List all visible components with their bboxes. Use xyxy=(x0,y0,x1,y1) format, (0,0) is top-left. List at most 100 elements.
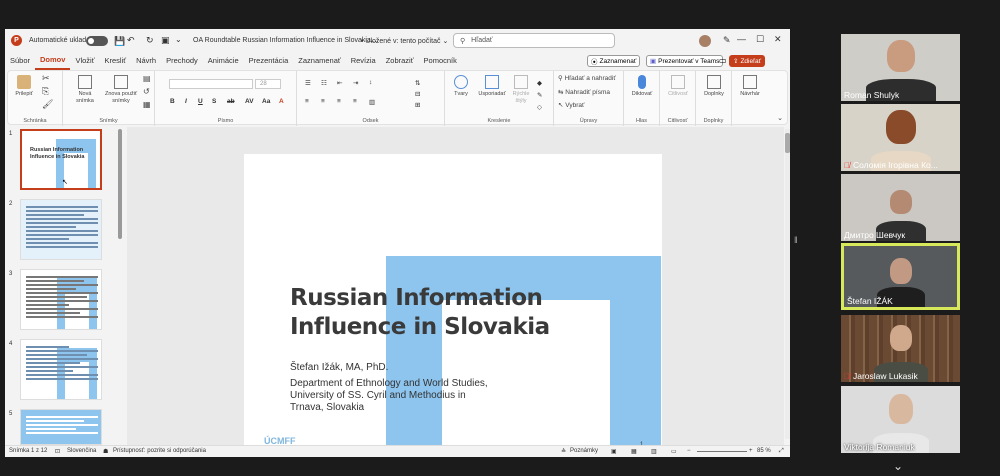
slide-author[interactable]: Štefan Ižák, MA, PhD. xyxy=(290,362,388,373)
current-slide[interactable]: Russian Information Influence in Slovaki… xyxy=(244,154,662,457)
undo-icon[interactable]: ↶ xyxy=(127,35,135,46)
shape-outline-icon[interactable]: ✎ xyxy=(537,91,542,99)
present-in-teams-button[interactable]: ▣ Prezentovať v Teams xyxy=(646,55,724,67)
underline-icon[interactable]: U xyxy=(198,98,203,105)
tab-help[interactable]: Pomocník xyxy=(419,53,462,69)
chevron-down-icon[interactable]: ⌄ xyxy=(893,459,903,473)
thumbnail-slide-5[interactable] xyxy=(20,409,102,445)
case-icon[interactable]: Aa xyxy=(262,98,270,105)
addins-button[interactable]: Doplnky xyxy=(700,75,728,98)
reading-view-icon[interactable]: ▥ xyxy=(651,448,657,455)
shapes-button[interactable]: Tvary xyxy=(449,75,473,98)
outdent-icon[interactable]: ⇥ xyxy=(353,79,358,87)
redo-icon[interactable]: ↻ xyxy=(146,35,154,46)
zoom-level[interactable]: 85 % xyxy=(757,448,771,454)
font-color-icon[interactable]: A xyxy=(279,98,284,105)
maximize-icon[interactable]: ☐ xyxy=(756,34,764,45)
thumbnail-slide-2[interactable] xyxy=(20,199,102,260)
participant-tile[interactable]: Viktorija Romaniuk xyxy=(841,386,960,453)
new-slide-button[interactable]: Nová snímka xyxy=(69,75,101,105)
spellcheck-icon[interactable]: ⊡ xyxy=(55,448,60,455)
participant-tile-active-speaker[interactable]: Štefan IŽÁK xyxy=(841,243,960,310)
bold-icon[interactable]: B xyxy=(170,98,175,105)
fit-to-window-icon[interactable]: ⤢ xyxy=(779,448,784,455)
notes-button[interactable]: Poznámky xyxy=(570,448,598,454)
participant-tile[interactable]: Roman Shulyk xyxy=(841,34,960,101)
text-direction-icon[interactable]: ⇅ xyxy=(415,79,420,87)
cut-icon[interactable]: ✂ xyxy=(42,74,50,83)
zoom-out-icon[interactable]: − xyxy=(687,448,691,454)
spacing-icon[interactable]: AV xyxy=(245,98,254,105)
find-replace-button[interactable]: ⚲ Hľadať a nahradiť xyxy=(558,75,616,82)
select-button[interactable]: ↖ Vybrať xyxy=(558,102,584,109)
designer-button[interactable]: Návrhár xyxy=(734,75,766,98)
numbering-icon[interactable]: ☷ xyxy=(321,79,327,87)
comments-icon[interactable]: ▭ xyxy=(719,56,727,65)
slide-title[interactable]: Russian Information Influence in Slovaki… xyxy=(290,284,630,342)
accessibility-status[interactable]: Prístupnosť: pozrite si odporúčania xyxy=(113,448,206,454)
align-center-icon[interactable]: ≡ xyxy=(321,98,325,105)
justify-icon[interactable]: ≡ xyxy=(353,98,357,105)
copy-icon[interactable]: ⎘ xyxy=(42,87,49,96)
accessibility-icon[interactable]: ☗ xyxy=(103,448,108,455)
panel-splitter[interactable]: ‖ xyxy=(794,235,798,245)
minimize-icon[interactable]: — xyxy=(737,34,746,44)
strikethrough-icon[interactable]: ab xyxy=(227,98,235,105)
thumbnail-slide-4[interactable] xyxy=(20,339,102,400)
dictate-button[interactable]: Diktovať xyxy=(628,75,656,98)
line-spacing-icon[interactable]: ↕ xyxy=(369,79,372,86)
tab-record[interactable]: Zaznamenať xyxy=(293,53,345,69)
participant-tile[interactable]: 🎙̸ Jaroslaw Lukasik xyxy=(841,315,960,382)
participant-tile[interactable]: 🎙̸ Соломія Ігорівна Ко... xyxy=(841,104,960,171)
slide-sorter-icon[interactable]: ▦ xyxy=(631,448,637,455)
shape-fill-icon[interactable]: ◆ xyxy=(537,79,542,87)
paste-button[interactable]: Prilepiť xyxy=(12,75,36,98)
italic-icon[interactable]: I xyxy=(185,98,187,105)
tab-slideshow[interactable]: Prezentácia xyxy=(244,53,294,69)
slide-scrollbar[interactable] xyxy=(785,129,790,439)
pen-icon[interactable]: ✎ xyxy=(723,35,731,46)
save-icon[interactable]: 💾 xyxy=(114,36,125,47)
thumbnails-scrollbar[interactable] xyxy=(118,129,122,239)
autosave-toggle[interactable] xyxy=(86,36,108,46)
thumbnail-slide-1[interactable]: Russian Information Influence in Slovaki… xyxy=(20,129,102,190)
customize-qat-icon[interactable]: ⌄ xyxy=(175,35,182,44)
user-avatar[interactable] xyxy=(699,35,711,47)
collapse-ribbon-icon[interactable]: ⌄ xyxy=(777,114,783,122)
replace-fonts-button[interactable]: ⇆ Nahradiť písma xyxy=(558,89,610,96)
tab-animations[interactable]: Animácie xyxy=(203,53,244,69)
sensitivity-button[interactable]: Citlivosť xyxy=(664,75,692,98)
tab-insert[interactable]: Vložiť xyxy=(70,53,99,69)
columns-icon[interactable]: ▥ xyxy=(369,98,375,106)
start-slideshow-icon[interactable]: ▣ xyxy=(161,35,170,46)
record-button[interactable]: ⦿ Zaznamenať xyxy=(587,55,641,67)
layout-icon[interactable]: ▤ xyxy=(143,75,151,83)
slideshow-icon[interactable]: ▭ xyxy=(671,448,677,455)
align-left-icon[interactable]: ≡ xyxy=(305,98,309,105)
section-icon[interactable]: ▦ xyxy=(143,101,151,109)
zoom-in-icon[interactable]: + xyxy=(749,448,753,454)
share-button[interactable]: ⇪ Zdieľať xyxy=(729,55,766,67)
font-family-select[interactable] xyxy=(169,79,253,89)
arrange-button[interactable]: Usporiadať xyxy=(475,75,509,98)
tab-design[interactable]: Návrh xyxy=(131,53,161,69)
reset-icon[interactable]: ↺ xyxy=(143,88,150,96)
search-box[interactable]: ⚲ Hľadať xyxy=(453,33,615,48)
language[interactable]: Slovenčina xyxy=(67,448,96,454)
save-state[interactable]: • Uložené v: tento počítač ⌄ xyxy=(361,37,448,45)
format-painter-icon[interactable]: 🖌 xyxy=(42,100,53,109)
reuse-slides-button[interactable]: Znova použiť snímky xyxy=(103,75,139,105)
thumbnail-slide-3[interactable] xyxy=(20,269,102,330)
tab-draw[interactable]: Kresliť xyxy=(100,53,132,69)
tab-view[interactable]: Zobraziť xyxy=(381,53,419,69)
shadow-icon[interactable]: S xyxy=(212,98,216,105)
zoom-slider[interactable] xyxy=(697,451,747,452)
font-size-select[interactable]: 28 xyxy=(255,79,281,89)
normal-view-icon[interactable]: ▣ xyxy=(611,448,617,455)
notes-icon[interactable]: ≙ xyxy=(561,448,566,455)
quick-styles-button[interactable]: Rýchle štýly xyxy=(509,75,533,105)
align-text-icon[interactable]: ⊟ xyxy=(415,90,420,98)
bullets-icon[interactable]: ☰ xyxy=(305,79,311,87)
slide-department[interactable]: Department of Ethnology and World Studie… xyxy=(290,378,500,414)
smartart-icon[interactable]: ⊞ xyxy=(415,101,420,109)
